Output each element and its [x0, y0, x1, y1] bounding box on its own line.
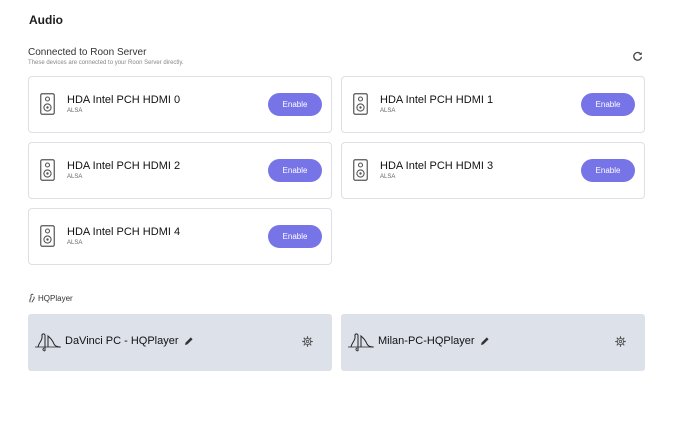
device-type: ALSA: [380, 108, 396, 114]
hqplayer-card: DaVinci PC - HQPlayer: [28, 314, 332, 371]
device-type: ALSA: [67, 108, 83, 114]
page-title: Audio: [29, 13, 63, 27]
hqplayer-name: Milan-PC-HQPlayer: [378, 335, 490, 347]
device-name: HDA Intel PCH HDMI 2: [67, 160, 181, 172]
device-card: HDA Intel PCH HDMI 2 ALSA Enable: [28, 142, 332, 199]
hqplayer-label: HQPlayer: [38, 293, 73, 303]
section-title: Connected to Roon Server: [28, 47, 147, 58]
device-card: HDA Intel PCH HDMI 4 ALSA Enable: [28, 208, 332, 265]
hqplayer-name: DaVinci PC - HQPlayer: [65, 335, 194, 347]
device-type: ALSA: [67, 174, 83, 180]
hqplayer-card: Milan-PC-HQPlayer: [341, 314, 645, 371]
enable-button[interactable]: Enable: [581, 93, 635, 116]
speaker-icon: [40, 159, 55, 181]
device-type: ALSA: [380, 174, 396, 180]
device-name: HDA Intel PCH HDMI 1: [380, 94, 494, 106]
hqplayer-icon: [34, 332, 62, 352]
device-card: HDA Intel PCH HDMI 0 ALSA Enable: [28, 76, 332, 133]
device-name: HDA Intel PCH HDMI 3: [380, 160, 494, 172]
enable-button[interactable]: Enable: [268, 225, 322, 248]
pencil-icon[interactable]: [480, 336, 490, 346]
enable-button[interactable]: Enable: [268, 159, 322, 182]
enable-button[interactable]: Enable: [581, 159, 635, 182]
hqplayer-name-text: Milan-PC-HQPlayer: [378, 335, 475, 347]
hqplayer-icon: [28, 293, 36, 303]
section-subtitle: These devices are connected to your Roon…: [28, 60, 184, 66]
device-card: HDA Intel PCH HDMI 3 ALSA Enable: [341, 142, 645, 199]
device-name: HDA Intel PCH HDMI 0: [67, 94, 181, 106]
speaker-icon: [353, 159, 368, 181]
enable-button[interactable]: Enable: [268, 93, 322, 116]
pencil-icon[interactable]: [184, 336, 194, 346]
hqplayer-name-text: DaVinci PC - HQPlayer: [65, 335, 179, 347]
speaker-icon: [40, 93, 55, 115]
hqplayer-section-label: HQPlayer: [28, 293, 73, 303]
device-card: HDA Intel PCH HDMI 1 ALSA Enable: [341, 76, 645, 133]
device-type: ALSA: [67, 240, 83, 246]
gear-icon[interactable]: [615, 336, 626, 347]
speaker-icon: [353, 93, 368, 115]
speaker-icon: [40, 225, 55, 247]
gear-icon[interactable]: [302, 336, 313, 347]
device-name: HDA Intel PCH HDMI 4: [67, 226, 181, 238]
hqplayer-icon: [347, 332, 375, 352]
refresh-icon[interactable]: [632, 51, 643, 62]
